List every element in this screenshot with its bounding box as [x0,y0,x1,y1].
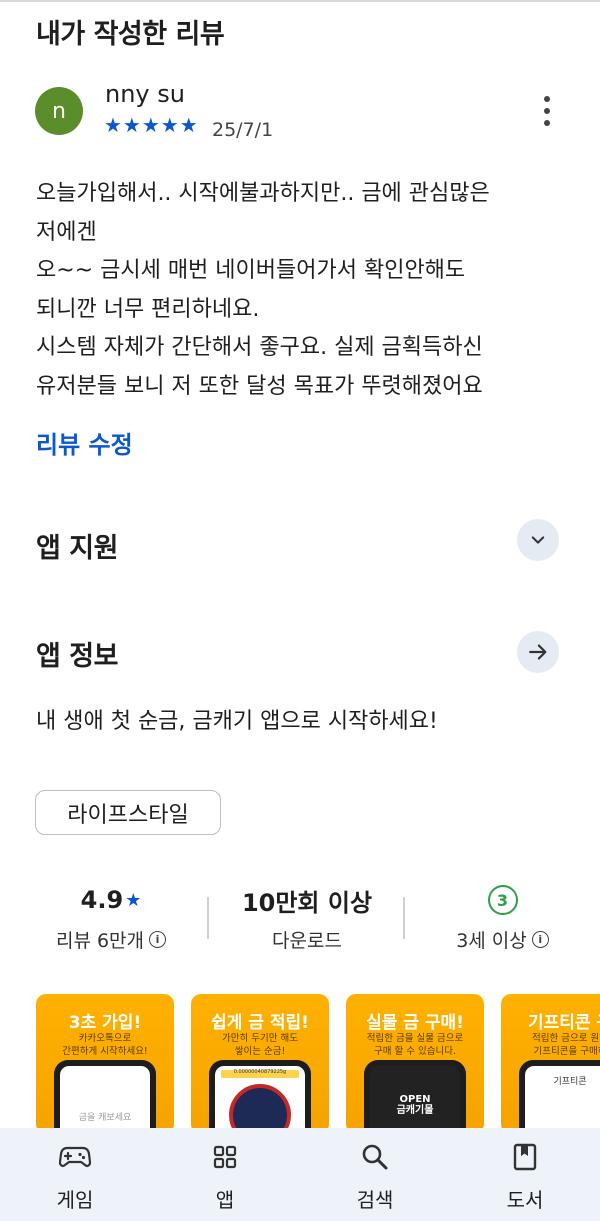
search-icon [361,1142,389,1172]
rating-star-icon: ★ [125,889,142,911]
phone-mockup: 0.00000040879225g [209,1060,311,1134]
reviewer-avatar: n [35,87,83,135]
nav-item-books[interactable]: 도서 [450,1128,600,1221]
screenshot-card[interactable]: 3초 가입! 카카오톡으로 간편하게 시작하세요! 금을 캐보세요 [36,994,174,1134]
nav-item-search[interactable]: 검색 [300,1128,450,1221]
screenshot-title: 기프티콘 구 [527,1013,600,1033]
kebab-dot [544,108,550,114]
kebab-dot [544,96,550,102]
nav-label: 도서 [506,1188,544,1212]
info-icon[interactable]: i [149,931,167,948]
screenshot-title: 쉽게 금 적립! [211,1013,309,1033]
app-tagline: 내 생애 첫 순금, 금캐기 앱으로 시작하세요! [36,709,438,734]
review-text: 오늘가입해서.. 시작에불과하지만.. 금에 관심많은 저에겐 오~~ 금시세 … [36,181,490,399]
apps-grid-icon [213,1142,237,1172]
my-review-section-title: 내가 작성한 리뷰 [36,19,225,50]
screenshot-subtitle: 적립한 금으로 원하 기프티콘을 구매하 [532,1033,600,1057]
app-info-title[interactable]: 앱 정보 [36,634,118,673]
avatar-letter: n [52,98,66,124]
nav-label: 게임 [56,1188,94,1212]
screenshot-card[interactable]: 쉽게 금 적립! 가만히 두기만 해도 쌓이는 순금! 0.0000004087… [191,994,329,1134]
age-rating-badge-icon: 3 [487,885,518,915]
arrow-right-icon [529,644,547,660]
phone-screen: 0.00000040879225g [215,1066,305,1134]
downloads-label: 다운로드 [272,930,342,952]
screen-text: 금을 캐보세요 [78,1113,132,1123]
stat-divider [207,897,209,939]
nav-item-games[interactable]: 게임 [0,1128,150,1221]
screen-text: 0.00000040879225g [233,1069,287,1075]
age-badge-row: 3 [420,880,585,920]
reviews-count-row: 리뷰 6만개 i [36,926,186,953]
screenshot-subtitle: 카카오톡으로 간편하게 시작하세요! [62,1033,148,1057]
screenshot-card[interactable]: 기프티콘 구 적립한 금으로 원하 기프티콘을 구매하 기프티콘 [501,994,600,1134]
screen-gold-circle [229,1084,291,1134]
downloads-stat: 10만회 이상 다운로드 [222,880,392,953]
phone-screen: 기프티콘 [525,1066,600,1134]
edit-review-link[interactable]: 리뷰 수정 [36,425,133,460]
bottom-navigation: 게임 앱 검색 도서 [0,1128,600,1221]
phone-mockup: 기프티콘 [519,1060,600,1134]
stat-divider [403,897,405,939]
more-options-icon[interactable] [536,96,558,126]
age-rating-label: 3세 이상 [456,930,527,952]
app-info-open-button[interactable] [517,631,559,673]
phone-screen: OPEN 금캐기몰 [370,1066,460,1134]
review-star-rating: ★★★★★ [104,113,199,137]
rating-value-row: 4.9 ★ [36,880,186,920]
app-support-title[interactable]: 앱 지원 [36,526,118,565]
nav-label: 앱 [215,1188,235,1212]
review-date: 25/7/1 [212,119,274,141]
screen-text: 기프티콘 [553,1077,587,1087]
screenshot-card[interactable]: 실물 금 구매! 적립한 금을 실물 금으로 구매 할 수 있습니다. OPEN… [346,994,484,1134]
screenshot-carousel[interactable]: 3초 가입! 카카오톡으로 간편하게 시작하세요! 금을 캐보세요 쉽게 금 적… [36,994,600,1134]
screen-text: OPEN 금캐기몰 [396,1094,434,1116]
kebab-dot [544,120,550,126]
nav-label: 검색 [356,1188,394,1212]
info-icon[interactable]: i [531,931,549,948]
screenshot-subtitle: 적립한 금을 실물 금으로 구매 할 수 있습니다. [366,1033,464,1057]
age-label-row: 3세 이상 i [420,926,585,953]
reviewer-name: nny su [105,80,185,108]
screenshot-title: 3초 가입! [68,1013,142,1033]
app-support-expand-button[interactable] [517,519,559,561]
phone-mockup: 금을 캐보세요 [54,1060,156,1134]
gamepad-icon [59,1142,91,1172]
category-chip[interactable]: 라이프스타일 [35,790,221,835]
phone-screen: 금을 캐보세요 [60,1066,150,1134]
age-rating-stat[interactable]: 3 3세 이상 i [420,880,585,953]
chevron-down-icon [531,536,545,544]
reviews-count-label: 리뷰 6만개 [55,930,145,952]
screenshot-subtitle: 가만히 두기만 해도 쌓이는 순금! [222,1033,298,1057]
rating-value: 4.9 [80,886,124,914]
phone-mockup: OPEN 금캐기몰 [364,1060,466,1134]
book-icon [513,1142,537,1172]
screenshot-title: 실물 금 구매! [366,1013,464,1033]
downloads-value: 10만회 이상 [241,888,373,917]
rating-stat[interactable]: 4.9 ★ 리뷰 6만개 i [36,880,186,953]
top-divider [0,0,600,2]
nav-item-apps[interactable]: 앱 [150,1128,300,1221]
